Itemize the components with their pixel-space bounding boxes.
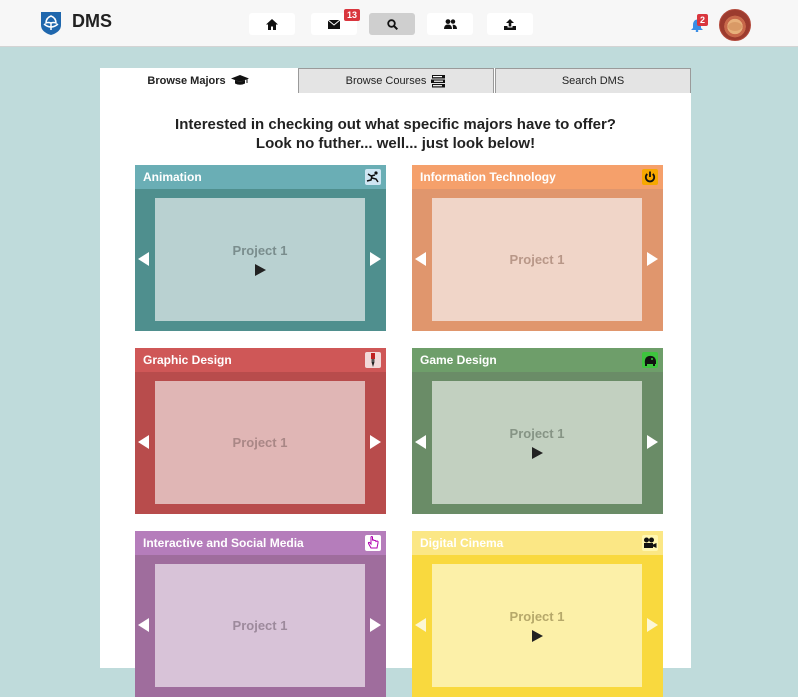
project-preview[interactable]: Project 1 [155, 198, 365, 321]
next-project-arrow[interactable] [647, 435, 658, 449]
major-title: Interactive and Social Media [135, 531, 386, 555]
tab-label: Browse Courses [345, 75, 427, 87]
nav-search-button[interactable] [369, 13, 415, 35]
notifications-count-badge: 2 [697, 14, 709, 26]
previous-project-arrow[interactable] [415, 618, 426, 632]
mail-icon [328, 19, 340, 29]
books-icon [431, 74, 446, 87]
project-preview[interactable]: Project 1 [155, 564, 365, 687]
play-icon[interactable] [531, 447, 543, 459]
browse-panel: Browse Majors Browse Courses Search DMS … [100, 68, 691, 697]
tab-label: Search DMS [561, 75, 625, 87]
next-project-arrow[interactable] [647, 618, 658, 632]
project-title: Project 1 [509, 609, 565, 624]
project-title: Project 1 [232, 618, 288, 633]
nav-home-button[interactable] [249, 13, 295, 35]
previous-project-arrow[interactable] [415, 435, 426, 449]
paintbrush-icon [365, 352, 381, 368]
major-card-game-design[interactable]: Game Design Project 1 [412, 348, 663, 514]
power-icon [642, 169, 658, 185]
previous-project-arrow[interactable] [138, 435, 149, 449]
film-camera-icon [642, 535, 658, 551]
previous-project-arrow[interactable] [138, 618, 149, 632]
game-character-icon [642, 352, 658, 368]
major-card-information-technology[interactable]: Information Technology Project 1 [412, 165, 663, 331]
upload-icon [504, 18, 516, 30]
tab-browse-majors[interactable]: Browse Majors [100, 68, 296, 93]
play-icon[interactable] [254, 264, 266, 276]
tab-search-dms[interactable]: Search DMS [495, 68, 691, 93]
next-project-arrow[interactable] [370, 618, 381, 632]
search-icon [386, 18, 398, 30]
major-card-graphic-design[interactable]: Graphic Design Project 1 [135, 348, 386, 514]
brand-name[interactable]: DMS [72, 11, 112, 32]
user-avatar[interactable] [719, 9, 751, 41]
graduation-cap-icon [230, 75, 249, 85]
nav-upload-button[interactable] [487, 13, 533, 35]
next-project-arrow[interactable] [647, 252, 658, 266]
next-project-arrow[interactable] [370, 435, 381, 449]
dms-logo-icon[interactable] [38, 10, 64, 36]
project-title: Project 1 [509, 426, 565, 441]
major-title: Animation [135, 165, 386, 189]
project-preview[interactable]: Project 1 [432, 381, 642, 504]
project-title: Project 1 [509, 252, 565, 267]
page-heading: Interested in checking out what specific… [100, 115, 691, 153]
project-preview[interactable]: Project 1 [432, 198, 642, 321]
running-figure-icon [365, 169, 381, 185]
previous-project-arrow[interactable] [415, 252, 426, 266]
project-preview[interactable]: Project 1 [155, 381, 365, 504]
heading-line-1: Interested in checking out what specific… [175, 116, 616, 133]
home-icon [266, 18, 278, 30]
next-project-arrow[interactable] [370, 252, 381, 266]
major-card-digital-cinema[interactable]: Digital Cinema Project 1 [412, 531, 663, 697]
major-title: Information Technology [412, 165, 663, 189]
major-card-animation[interactable]: Animation Project 1 [135, 165, 386, 331]
major-title: Graphic Design [135, 348, 386, 372]
mail-count-badge: 13 [344, 9, 361, 21]
heading-line-2: Look no futher... well... just look belo… [255, 135, 536, 152]
project-preview[interactable]: Project 1 [432, 564, 642, 687]
nav-users-button[interactable] [427, 13, 473, 35]
major-title: Game Design [412, 348, 663, 372]
major-title: Digital Cinema [412, 531, 663, 555]
play-icon[interactable] [531, 630, 543, 642]
top-navbar: DMS 13 2 [0, 0, 798, 47]
project-title: Project 1 [232, 435, 288, 450]
project-title: Project 1 [232, 243, 288, 258]
previous-project-arrow[interactable] [138, 252, 149, 266]
users-icon [443, 18, 457, 29]
hand-pointer-icon [365, 535, 381, 551]
tab-browse-courses[interactable]: Browse Courses [298, 68, 494, 93]
major-card-interactive-and-social-media[interactable]: Interactive and Social Media Project 1 [135, 531, 386, 697]
tab-label: Browse Majors [147, 74, 226, 87]
